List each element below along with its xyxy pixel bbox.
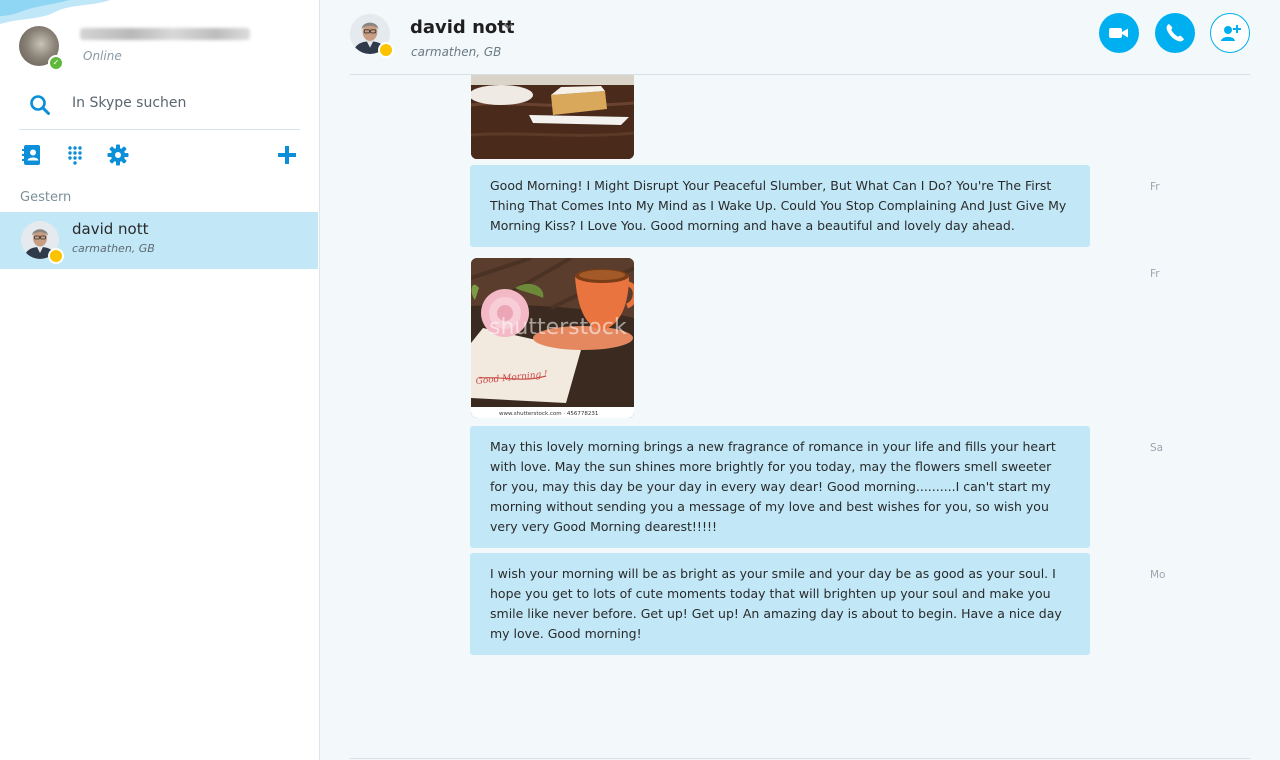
sidebar: ✓ Online In Skype suchen Gestern david n… <box>0 0 320 760</box>
my-presence-status[interactable]: Online <box>83 49 122 63</box>
header-contact-location: carmathen, GB <box>411 45 502 59</box>
chevron-down-icon[interactable] <box>503 22 513 30</box>
phone-icon <box>1166 24 1184 42</box>
image-caption: www.shutterstock.com · 456778231 <box>499 411 598 417</box>
add-participant-button[interactable] <box>1210 13 1250 53</box>
header-away-status-icon <box>378 42 394 58</box>
contact-location: carmathen, GB <box>72 242 155 255</box>
away-status-icon <box>48 248 64 264</box>
message-timestamp: Sa <box>1150 442 1164 454</box>
text-message[interactable]: I wish your morning will be as bright as… <box>470 553 1090 655</box>
gear-icon[interactable] <box>107 144 129 166</box>
contacts-book-icon[interactable] <box>21 144 43 166</box>
video-camera-icon <box>1109 28 1128 38</box>
image-watermark: shutterstock <box>489 315 627 340</box>
plus-icon[interactable] <box>276 144 298 166</box>
message-timestamp: Fr <box>1150 181 1160 193</box>
search-icon <box>30 95 50 115</box>
message-list[interactable]: Good Morning! I Might Disrupt Your Peace… <box>320 75 1280 759</box>
add-person-icon <box>1221 25 1241 41</box>
video-call-button[interactable] <box>1099 13 1139 53</box>
image-message[interactable] <box>471 75 634 159</box>
message-timestamp: Mo <box>1150 569 1166 581</box>
text-message[interactable]: Good Morning! I Might Disrupt Your Peace… <box>470 165 1090 247</box>
message-timestamp: Fr <box>1150 268 1160 280</box>
conversation-pane: david nott carmathen, GB Good Morning! I… <box>320 0 1280 760</box>
header-contact-name[interactable]: david nott <box>410 17 514 38</box>
contact-name: david nott <box>72 220 149 238</box>
text-message[interactable]: May this lovely morning brings a new fra… <box>470 426 1090 548</box>
online-status-icon: ✓ <box>48 55 64 71</box>
my-name-redacted[interactable] <box>80 28 250 40</box>
contact-list-item[interactable]: david nott carmathen, GB <box>0 212 318 269</box>
search-bar[interactable]: In Skype suchen <box>19 84 300 130</box>
image-message[interactable]: shutterstock Good Morning ! www.shutters… <box>471 258 634 418</box>
composer-divider <box>350 758 1250 759</box>
recent-section-label: Gestern <box>20 190 72 205</box>
audio-call-button[interactable] <box>1155 13 1195 53</box>
dialpad-icon[interactable] <box>64 144 86 166</box>
search-input[interactable]: In Skype suchen <box>72 95 186 111</box>
